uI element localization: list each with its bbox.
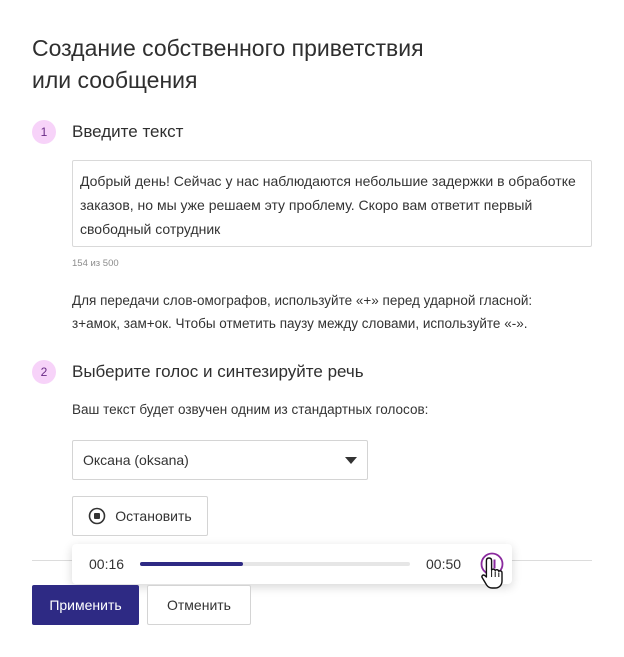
homograph-hint: Для передачи слов-омографов, используйте… — [72, 289, 592, 335]
stop-button[interactable]: Остановить — [72, 496, 208, 536]
step-1-badge: 1 — [32, 120, 56, 144]
character-counter: 154 из 500 — [72, 258, 119, 269]
hand-pointer-icon — [481, 557, 503, 589]
chevron-down-icon — [345, 456, 357, 464]
apply-button[interactable]: Применить — [32, 585, 139, 625]
player-progress-fill — [140, 562, 243, 566]
hint-line2: з+амок, зам+ок. Чтобы отметить паузу меж… — [72, 316, 528, 331]
step-2-title: Выберите голос и синтезируйте речь — [72, 362, 364, 381]
message-text-input[interactable]: Добрый день! Сейчас у нас наблюдаются не… — [72, 160, 592, 247]
stop-icon — [88, 507, 106, 525]
step-2-badge: 2 — [32, 360, 56, 384]
stop-button-label: Остановить — [115, 508, 192, 524]
voice-description: Ваш текст будет озвучен одним из стандар… — [72, 402, 429, 417]
player-total-time: 00:50 — [426, 556, 462, 572]
step-1-title: Введите текст — [72, 122, 184, 141]
voice-select[interactable]: Оксана (oksana) — [72, 440, 368, 480]
cancel-button[interactable]: Отменить — [147, 585, 251, 625]
page-title-line2: или сообщения — [32, 67, 198, 93]
hint-line1: Для передачи слов-омографов, используйте… — [72, 293, 533, 308]
audio-player: 00:16 00:50 — [72, 544, 512, 584]
page-title: Создание собственного приветствия или со… — [32, 32, 552, 96]
player-current-time: 00:16 — [89, 556, 125, 572]
player-progress-bar[interactable] — [140, 562, 410, 566]
page-title-line1: Создание собственного приветствия — [32, 35, 424, 61]
voice-select-value: Оксана (oksana) — [83, 452, 189, 468]
